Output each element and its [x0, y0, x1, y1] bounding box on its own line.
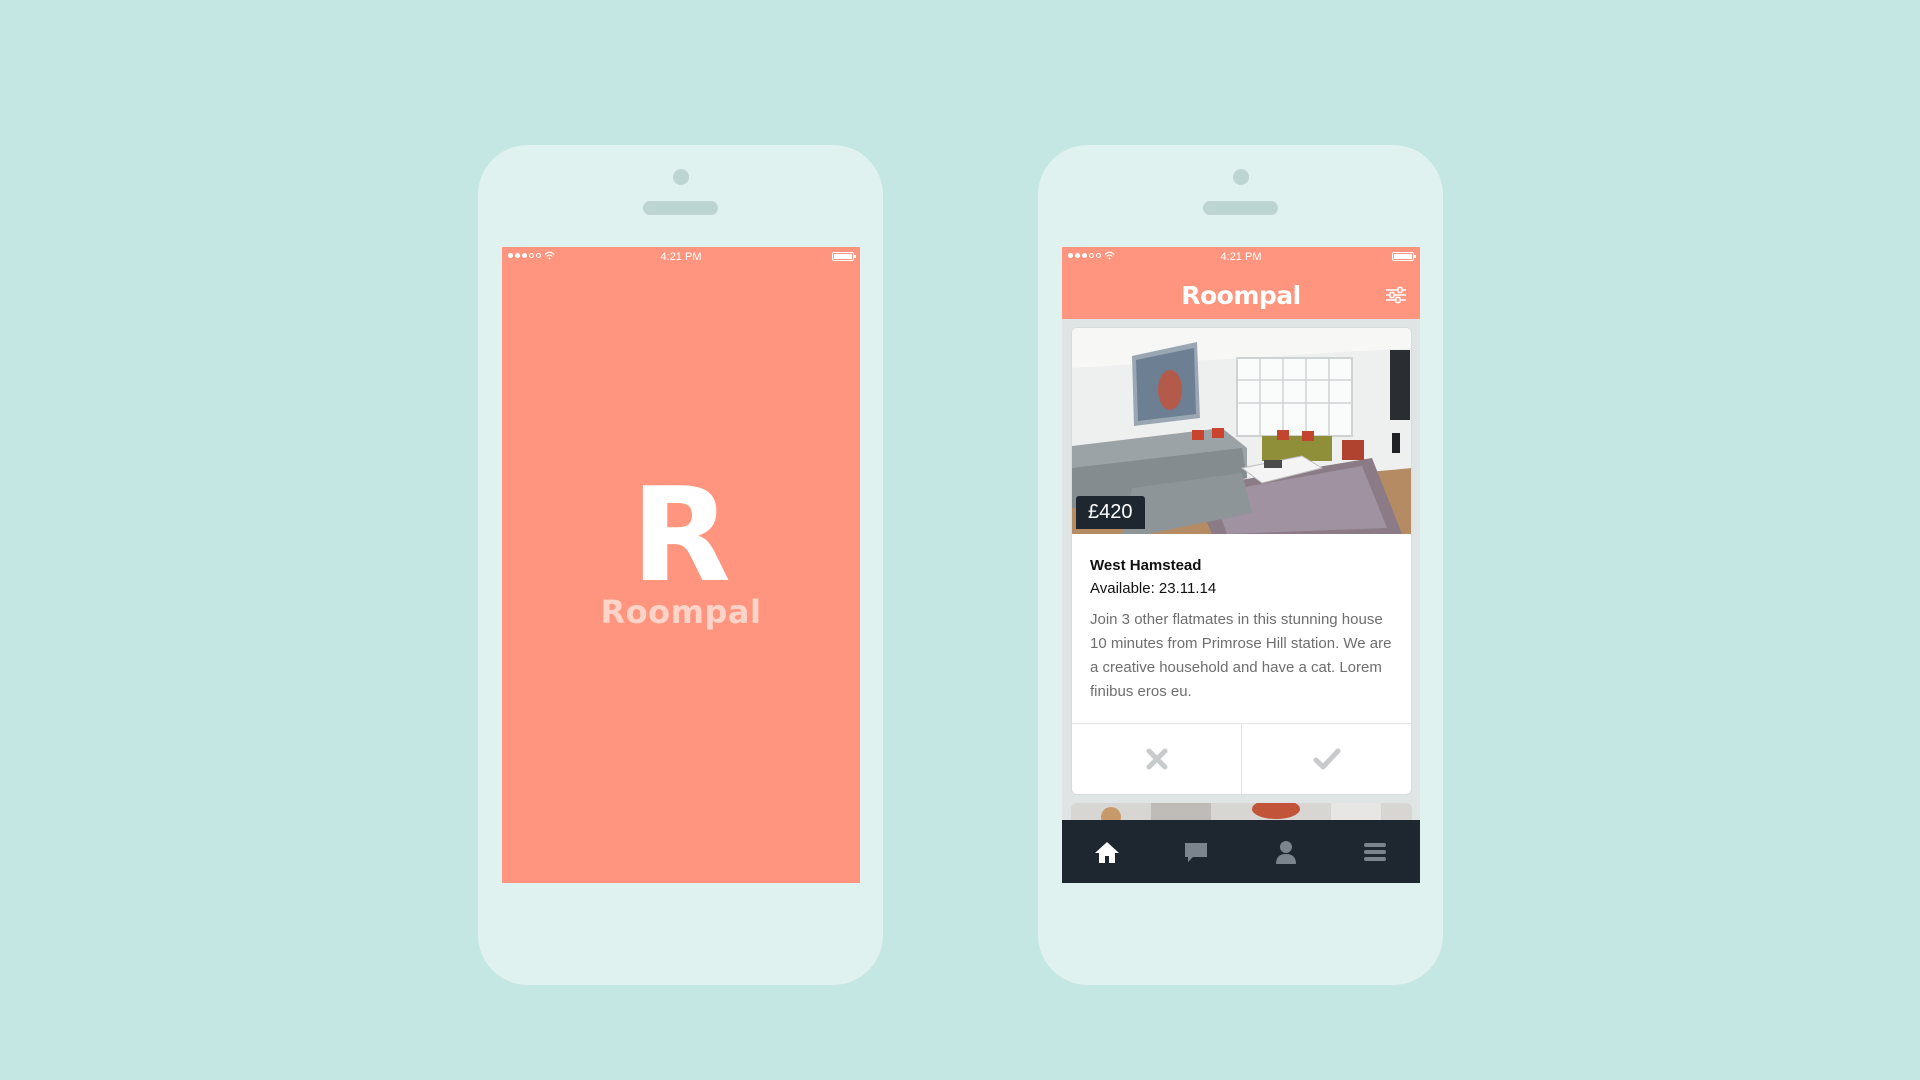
menu-icon — [1364, 842, 1387, 861]
app-name: Roompal — [600, 593, 762, 631]
phone-splash: 4:21 PM R Roompal — [478, 145, 883, 985]
phone-speaker — [643, 201, 718, 215]
price-tag: £420 — [1076, 496, 1145, 529]
battery-icon — [1392, 252, 1416, 261]
checkmark-icon — [1313, 748, 1340, 770]
listing-title: West Hamstead — [1090, 557, 1202, 574]
tab-home[interactable] — [1062, 820, 1152, 883]
nav-title: Roompal — [1181, 281, 1301, 310]
status-bar: 4:21 PM — [502, 247, 860, 267]
tab-profile[interactable] — [1241, 820, 1331, 883]
chat-icon — [1185, 842, 1208, 862]
accept-button[interactable] — [1241, 724, 1411, 794]
tab-messages[interactable] — [1152, 820, 1242, 883]
tab-bar — [1062, 820, 1420, 883]
listing-details: West Hamstead Available: 23.11.14 Join 3… — [1072, 534, 1411, 704]
feed-screen: 4:21 PM Roompal £420 West Hamstead Avail… — [1062, 247, 1420, 883]
logo-letter: R — [630, 459, 732, 611]
phone-camera — [1233, 169, 1249, 185]
reject-button[interactable] — [1072, 724, 1241, 794]
phone-camera — [673, 169, 689, 185]
phone-feed: 4:21 PM Roompal £420 West Hamstead Avail… — [1038, 145, 1443, 985]
status-bar: 4:21 PM — [1062, 247, 1420, 267]
profile-icon — [1275, 840, 1296, 864]
card-actions — [1072, 723, 1411, 794]
home-icon — [1094, 841, 1119, 863]
close-icon — [1146, 748, 1167, 770]
splash-screen: 4:21 PM R Roompal — [502, 247, 860, 883]
listing-available-date: Available: 23.11.14 — [1090, 580, 1217, 597]
listing-card[interactable]: £420 West Hamstead Available: 23.11.14 J… — [1071, 327, 1412, 795]
battery-icon — [832, 252, 856, 261]
status-time: 4:21 PM — [660, 251, 702, 263]
filter-sliders-icon[interactable] — [1384, 285, 1408, 305]
splash-logo: R Roompal — [502, 459, 860, 631]
tab-menu[interactable] — [1331, 820, 1421, 883]
status-time: 4:21 PM — [1220, 251, 1262, 263]
nav-bar: 4:21 PM Roompal — [1062, 247, 1420, 319]
listing-description: Join 3 other flatmates in this stunning … — [1090, 611, 1392, 700]
phone-speaker — [1203, 201, 1278, 215]
